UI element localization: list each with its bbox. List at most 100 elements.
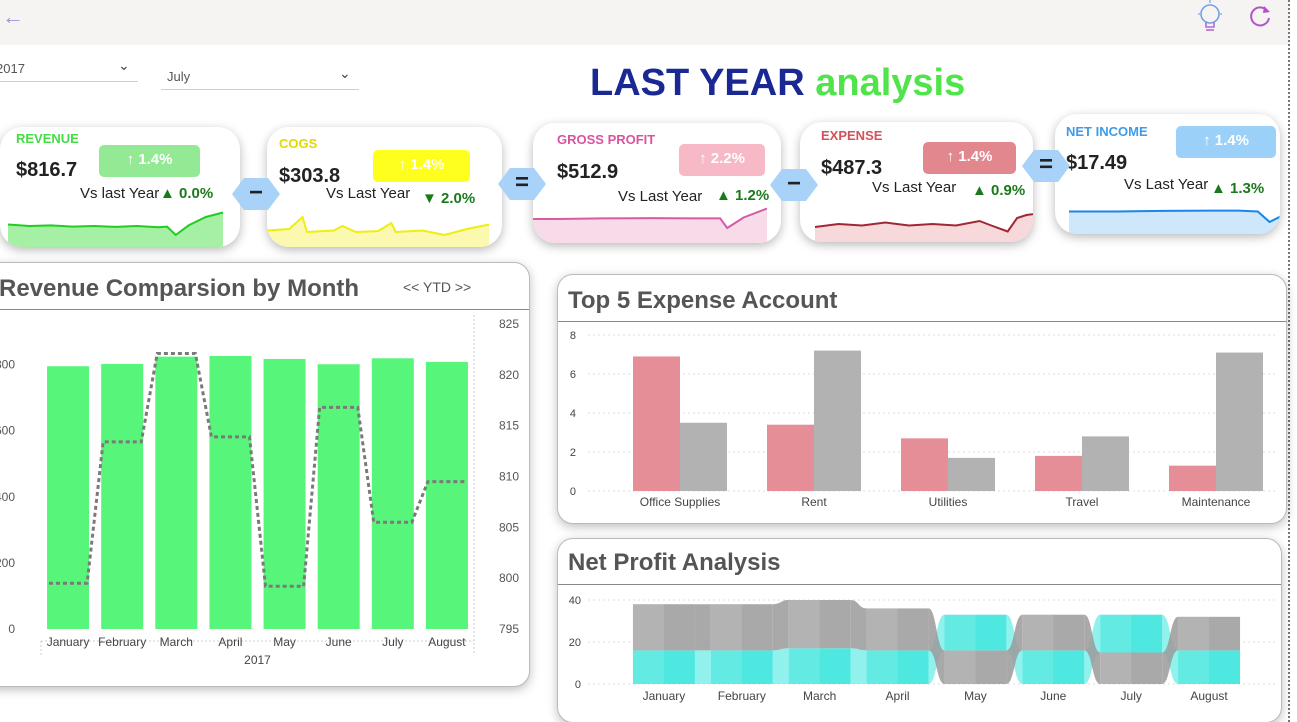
- expense-bar[interactable]: [767, 424, 814, 491]
- x-tick-label: June: [1040, 689, 1066, 703]
- ribbon-link: [850, 648, 867, 684]
- kpi-sparkline: [7, 211, 224, 247]
- expense-bar[interactable]: [948, 457, 995, 491]
- ribbon-bar-shade: [1100, 652, 1132, 684]
- x-tick-label: August: [428, 635, 466, 649]
- kpi-card-expense: EXPENSE $487.3 ↑ 1.4% Vs Last Year ▲ 0.9…: [800, 122, 1033, 242]
- ribbon-bar-shade: [632, 650, 664, 684]
- y-right-tick-label: 805: [499, 520, 519, 534]
- ribbon-bar-shade: [710, 604, 742, 651]
- y-tick-label: 40: [569, 595, 581, 607]
- y-tick-label: 6: [570, 369, 576, 381]
- ribbon-link: [772, 648, 789, 684]
- x-tick-label: February: [718, 689, 766, 703]
- revenue-bar[interactable]: [317, 364, 360, 629]
- revenue-chart: 0 200 400 600 800 795 800 805 810 815 820 825 Januar…: [0, 315, 519, 667]
- month-slicer[interactable]: July ⌄: [161, 62, 359, 90]
- ribbon-bar-shade: [866, 608, 898, 651]
- x-tick-label: July: [1121, 689, 1142, 703]
- year-slicer-value: 2017: [0, 61, 25, 76]
- kpi-label: COGS: [279, 136, 318, 151]
- ribbon-link: [694, 604, 711, 651]
- y-right-tick-label: 825: [499, 317, 519, 331]
- y-tick-label: 0: [570, 486, 576, 498]
- net-profit-chart: 0 20 40 January February March April May June Jul…: [569, 595, 1278, 703]
- kpi-sparkline: [533, 207, 768, 243]
- expense-bar[interactable]: [1035, 455, 1082, 491]
- ribbon-bar-shade: [1100, 614, 1132, 653]
- revenue-comparison-panel: Revenue Comparsion by Month << YTD >> 02…: [0, 262, 530, 687]
- expense-chart: 0 2 4 6 8 Office Supplies Rent Utilities Travel M…: [570, 330, 1278, 509]
- revenue-bar[interactable]: [155, 356, 198, 629]
- kpi-vs-change: ▲ 0.0%: [160, 185, 213, 202]
- kpi-amount: $487.3: [821, 157, 883, 179]
- x-tick-label: June: [326, 635, 352, 649]
- expense-bar[interactable]: [1216, 352, 1263, 491]
- ribbon-bar-shade: [632, 604, 664, 651]
- kpi-vs-change: ▲ 0.9%: [972, 182, 1025, 199]
- revenue-bar[interactable]: [371, 358, 414, 629]
- revenue-bar[interactable]: [425, 361, 468, 629]
- x-tick-label: May: [273, 635, 296, 649]
- ribbon-link: [694, 650, 711, 684]
- revenue-bar[interactable]: [209, 355, 252, 629]
- x-tick-label: July: [382, 635, 403, 649]
- revenue-bar[interactable]: [263, 358, 306, 629]
- top-bar: ←: [0, 0, 1290, 45]
- y-tick-label: 2: [570, 447, 576, 459]
- expense-bar[interactable]: [633, 356, 680, 491]
- top-expense-panel: Top 5 Expense Account 0 2 4 6 8 Office Suppli…: [557, 274, 1287, 524]
- x-tick-label: April: [886, 689, 910, 703]
- x-tick-label: March: [803, 689, 836, 703]
- dashboard: ← 2017 ⌄ July ⌄ LAST YEAR analysis REVEN…: [0, 0, 1297, 722]
- y-right-tick-label: 810: [499, 470, 519, 484]
- kpi-label: REVENUE: [16, 131, 79, 146]
- year-slicer[interactable]: 2017 ⌄: [0, 54, 138, 82]
- chevron-down-icon[interactable]: ⌄: [339, 65, 351, 82]
- x-tick-label: Rent: [801, 495, 827, 509]
- kpi-vs-value: 0.9%: [991, 182, 1026, 199]
- ribbon-bar-shade: [944, 614, 976, 651]
- x-tick-label: May: [964, 689, 987, 703]
- y-left-tick-label: 400: [0, 490, 15, 504]
- lightbulb-icon[interactable]: [1196, 0, 1224, 36]
- arrow-left-icon[interactable]: ←: [2, 4, 24, 30]
- kpi-card-net-income: NET INCOME $17.49 ↑ 1.4% Vs Last Year ▲ …: [1055, 114, 1280, 234]
- revenue-bar[interactable]: [47, 366, 90, 629]
- ribbon-bar-shade: [1022, 650, 1054, 684]
- kpi-change-pill: ↑ 1.4%: [1176, 126, 1276, 158]
- kpi-vs-label: Vs Last Year: [326, 185, 411, 202]
- page-title: LAST YEAR analysis: [590, 62, 965, 105]
- y-right-tick-label: 800: [499, 571, 519, 585]
- x-tick-label: Utilities: [929, 495, 968, 509]
- kpi-card-cogs: COGS $303.8 ↑ 1.4% Vs Last Year ▼ 2.0%: [267, 127, 502, 247]
- y-tick-label: 4: [570, 408, 576, 420]
- expense-bar[interactable]: [901, 438, 948, 491]
- net-profit-panel: Net Profit Analysis 0 20 40 January February…: [557, 538, 1282, 722]
- y-tick-label: 8: [570, 330, 576, 342]
- y-left-tick-label: 200: [0, 556, 15, 570]
- sparkline-area: [1069, 210, 1280, 234]
- expense-bar[interactable]: [1169, 465, 1216, 491]
- kpi-amount: $17.49: [1066, 152, 1128, 174]
- refresh-icon[interactable]: [1247, 3, 1273, 29]
- month-slicer-value: July: [167, 69, 191, 84]
- expense-bar[interactable]: [814, 350, 861, 491]
- x-tick-label: January: [47, 635, 90, 649]
- trend-arrow-icon: ▲: [972, 182, 987, 199]
- kpi-change-pill: ↑ 1.4%: [373, 150, 470, 182]
- y-left-tick-label: 800: [0, 358, 15, 372]
- x-tick-label: February: [98, 635, 146, 649]
- expense-bar[interactable]: [680, 422, 727, 491]
- kpi-card-revenue: REVENUE $816.7 ↑ 1.4% Vs last Year ▲ 0.0…: [0, 127, 240, 247]
- revenue-bar[interactable]: [101, 363, 144, 629]
- chevron-down-icon[interactable]: ⌄: [118, 57, 130, 74]
- ribbon-bar-shade: [1178, 616, 1210, 651]
- kpi-vs-label: Vs Last Year: [872, 179, 957, 196]
- expense-bar[interactable]: [1082, 436, 1129, 491]
- x-tick-label: April: [218, 635, 242, 649]
- x-tick-label: January: [643, 689, 686, 703]
- ribbon-bar-shade: [788, 648, 820, 684]
- kpi-sparkline: [814, 213, 1033, 242]
- y-left-tick-label: 0: [8, 622, 15, 636]
